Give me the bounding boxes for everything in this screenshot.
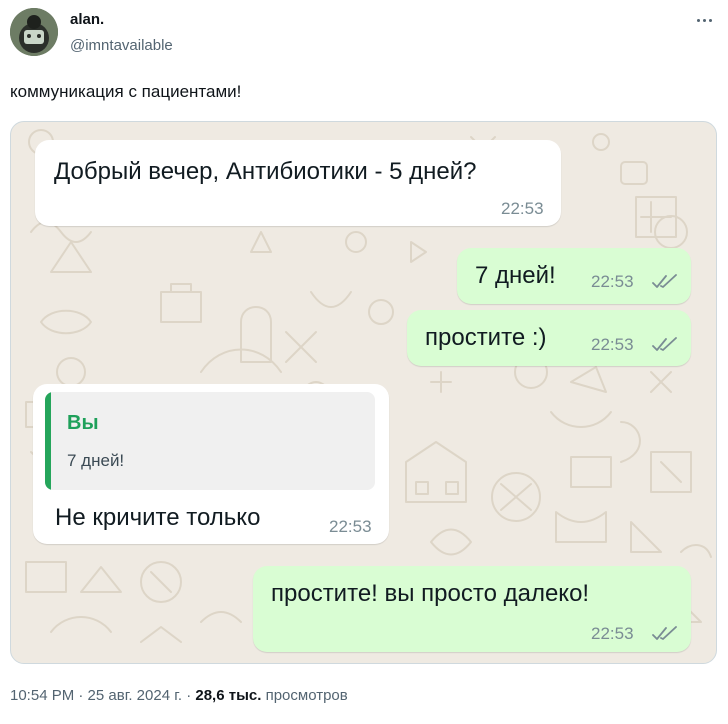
message-time: 22:53 [329,517,372,536]
message-time: 22:53 [591,272,634,291]
views-count: 28,6 тыс. [195,687,262,704]
quote-accent-bar [45,392,51,490]
read-ticks-icon [652,626,677,640]
message-bubble-incoming[interactable]: Добрый вечер, Антибиотики - 5 дней? 22:5… [35,140,561,226]
message-text: простите :) [425,324,547,351]
tweet-text: коммуникация с пациентами! [10,82,242,101]
message-text: 7 дней! [475,262,556,289]
separator: · [186,687,192,704]
read-ticks-icon [652,274,677,288]
message-time: 22:53 [591,624,634,643]
message-time: 22:53 [591,335,634,354]
more-options-icon[interactable] [694,12,714,28]
message-bubble-outgoing[interactable]: простите! вы просто далеко! 22:53 [253,566,691,652]
quote-text: 7 дней! [67,451,125,470]
chat-screenshot[interactable]: Добрый вечер, Антибиотики - 5 дней? 22:5… [10,121,717,664]
message-text: Добрый вечер, Антибиотики - 5 дней? [54,158,477,185]
message-text: Не кричите только [55,504,261,531]
read-ticks-icon [652,337,677,351]
quoted-message[interactable]: Вы 7 дней! [45,392,375,490]
message-text: простите! вы просто далеко! [271,580,590,607]
author-name[interactable]: alan. [70,11,104,28]
quote-author: Вы [67,412,99,434]
message-bubble-outgoing[interactable]: простите :) 22:53 [407,310,691,366]
tweet-metadata: 10:54 PM · 25 авг. 2024 г. · 28,6 тыс. п… [10,687,348,704]
avatar[interactable] [10,8,58,56]
author-handle[interactable]: @imntavailable [70,37,173,54]
message-bubble-incoming-reply[interactable]: Вы 7 дней! Не кричите только 22:53 [33,384,389,544]
tweet-timestamp[interactable]: 10:54 PM · 25 авг. 2024 г. [10,687,182,704]
message-bubble-outgoing[interactable]: 7 дней! 22:53 [457,248,691,304]
message-time: 22:53 [501,199,544,218]
views-label: просмотров [265,687,348,704]
